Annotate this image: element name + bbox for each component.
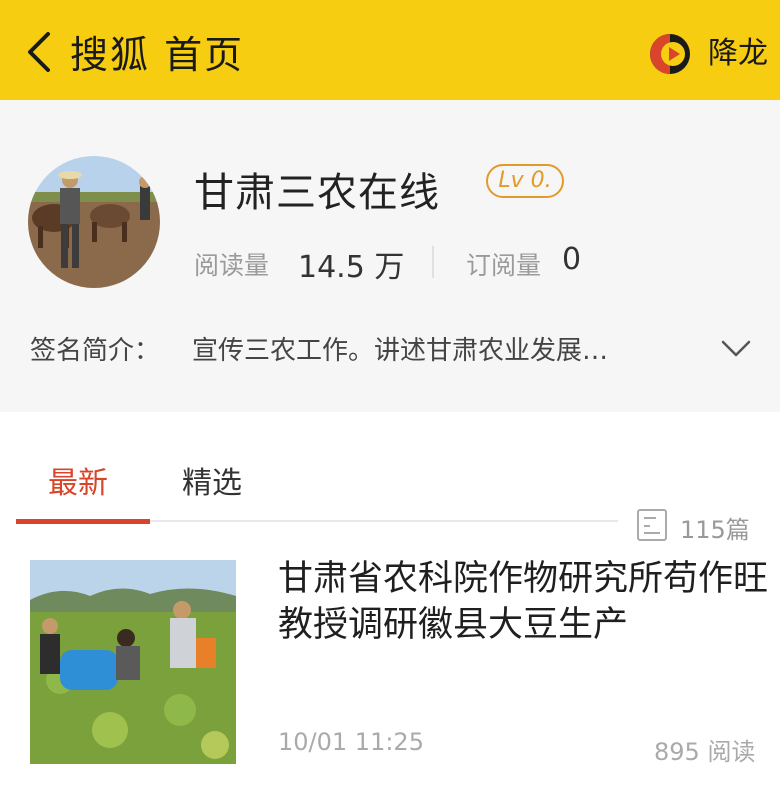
page-title[interactable]: 搜狐 首页 bbox=[70, 24, 244, 79]
profile-name: 甘肃三农在线 bbox=[194, 170, 440, 216]
stats-divider bbox=[432, 246, 434, 278]
back-arrow-icon[interactable] bbox=[22, 30, 58, 74]
document-icon bbox=[637, 509, 667, 541]
profile-section: 甘肃三农在线 Lv 0. 阅读量 14.5 万 订阅量 0 签名简介： 宣传三农… bbox=[0, 100, 780, 412]
subscriptions-value: 0 bbox=[562, 242, 582, 277]
subscriptions-label: 订阅量 bbox=[466, 251, 542, 280]
reads-label: 阅读量 bbox=[194, 251, 270, 280]
article-thumbnail[interactable] bbox=[30, 560, 236, 764]
bio-label: 签名简介： bbox=[30, 336, 161, 366]
article-title[interactable]: 甘肃省农科院作物研究所苟作旺教授调研徽县大豆生产 bbox=[278, 556, 770, 648]
level-badge[interactable]: Lv 0. bbox=[486, 164, 564, 198]
article-count: 115篇 bbox=[680, 516, 750, 544]
chevron-down-icon[interactable] bbox=[720, 336, 752, 362]
top-bar: 搜狐 首页 降龙 bbox=[0, 0, 780, 100]
reads-value: 14.5 万 bbox=[298, 250, 405, 285]
video-play-icon[interactable] bbox=[648, 32, 692, 76]
avatar[interactable] bbox=[28, 156, 160, 288]
active-tab-indicator bbox=[16, 519, 150, 524]
tab-latest[interactable]: 最新 bbox=[48, 458, 108, 502]
user-name[interactable]: 降龙 bbox=[708, 28, 768, 72]
bio-text[interactable]: 宣传三农工作。讲述甘肃农业发展… bbox=[192, 330, 608, 367]
tab-featured[interactable]: 精选 bbox=[182, 458, 242, 502]
article-read-count: 895 阅读 bbox=[654, 738, 756, 766]
article-time: 10/01 11:25 bbox=[278, 728, 424, 756]
